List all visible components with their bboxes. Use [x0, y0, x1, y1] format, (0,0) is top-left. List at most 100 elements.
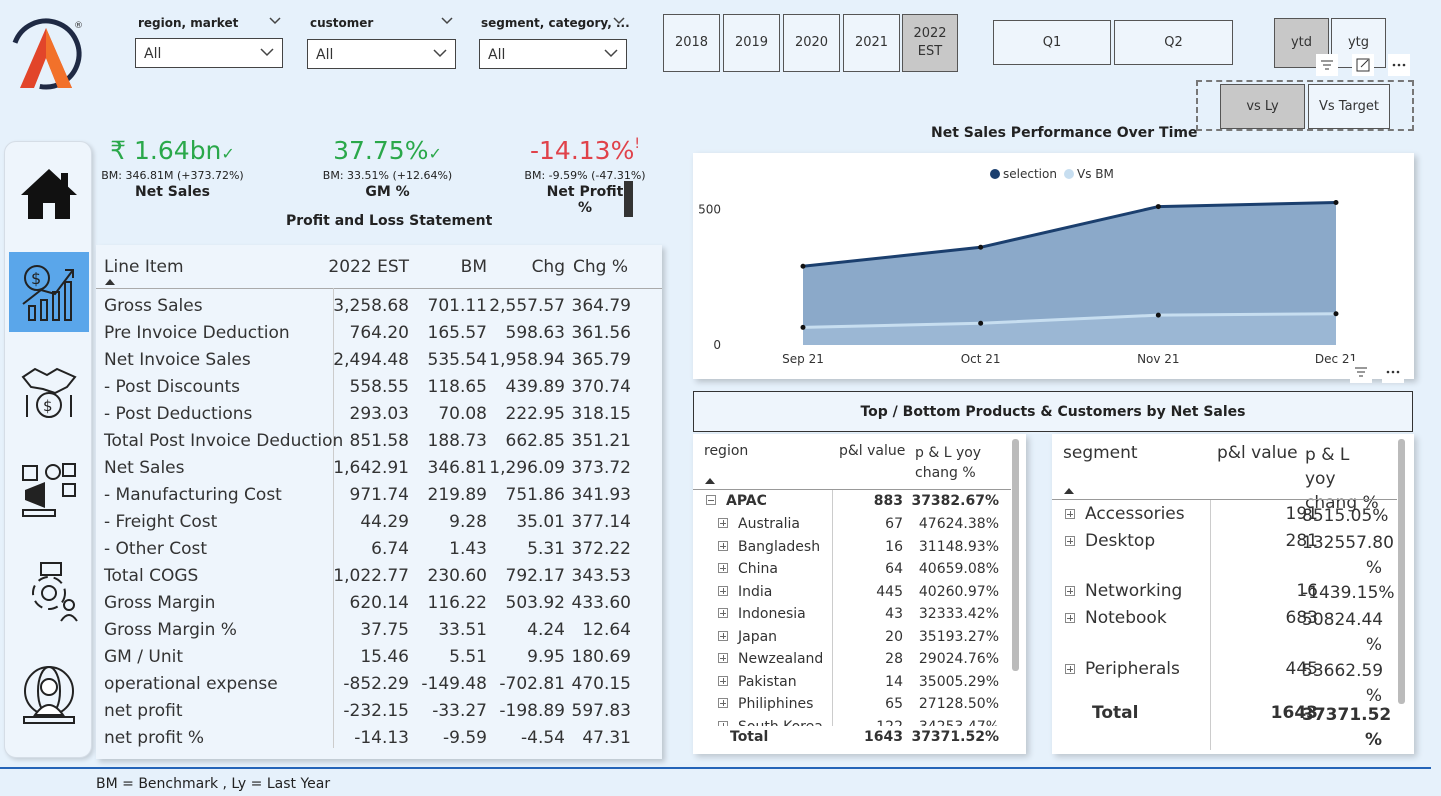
region-header[interactable]: region	[704, 443, 748, 459]
pl-row[interactable]: Pre Invoice Deduction 764.20 165.57 598.63 3…	[96, 320, 662, 347]
pl-header-bm[interactable]: BM	[461, 257, 487, 277]
pl-row[interactable]: - Post Discounts 558.55 118.65 439.89 370.74	[96, 374, 662, 401]
pl-row[interactable]: Gross Margin % 37.75 33.51 4.24 12.64	[96, 617, 662, 644]
pl-cell-chg: 439.89	[505, 377, 565, 397]
year-button-2018[interactable]: 2018	[663, 14, 720, 72]
region-header-yoy[interactable]: p & L yoy chang %	[915, 443, 995, 483]
pl-cell-bm: 5.51	[449, 647, 487, 667]
pl-row[interactable]: - Post Deductions 293.03 70.08 222.95 318.15	[96, 401, 662, 428]
pl-header-2022[interactable]: 2022 EST	[328, 257, 409, 277]
pl-header-line-item[interactable]: Line Item	[104, 257, 184, 277]
filter-icon[interactable]	[1316, 54, 1338, 76]
pl-row[interactable]: Gross Margin 620.14 116.22 503.92 433.60	[96, 590, 662, 617]
slicer-customer-dropdown[interactable]: All	[307, 39, 456, 69]
region-group-apac[interactable]: APAC	[706, 493, 767, 509]
expand-icon[interactable]	[718, 675, 728, 686]
slicer-segment-label: segment, category, ...	[481, 16, 630, 30]
segment-row[interactable]: Peripherals	[1065, 659, 1180, 679]
year-button-2019[interactable]: 2019	[723, 14, 780, 72]
pl-header-chg[interactable]: Chg	[532, 257, 565, 277]
nav-finance[interactable]: $	[9, 252, 89, 332]
pl-row[interactable]: Total COGS 1,022.77 230.60 792.17 343.53	[96, 563, 662, 590]
year-button-2020[interactable]: 2020	[783, 14, 840, 72]
region-row[interactable]: China	[718, 561, 778, 577]
region-row[interactable]: Japan	[718, 629, 777, 645]
quarter-button-q2[interactable]: Q2	[1114, 20, 1233, 65]
region-group-name: APAC	[726, 493, 767, 509]
vs-target-button[interactable]: Vs Target	[1308, 84, 1390, 129]
sort-ascending-icon[interactable]	[104, 278, 116, 286]
segment-header[interactable]: segment	[1063, 443, 1138, 463]
year-button-2021[interactable]: 2021	[843, 14, 900, 72]
nav-executive[interactable]	[9, 654, 89, 734]
kpi-gm-bm: BM: 33.51% (+12.64%)	[322, 169, 453, 182]
pl-row[interactable]: - Freight Cost 44.29 9.28 35.01 377.14	[96, 509, 662, 536]
region-row[interactable]: Bangladesh	[718, 539, 820, 555]
chevron-down-icon[interactable]	[268, 14, 282, 28]
pl-row[interactable]: Gross Sales 3,258.68 701.11 2,557.57 364.79	[96, 293, 662, 320]
data-point	[800, 324, 806, 330]
nav-marketing[interactable]	[9, 450, 89, 530]
slicer-region-dropdown[interactable]: All	[135, 38, 283, 68]
region-scrollbar[interactable]	[1012, 439, 1019, 671]
region-header-value[interactable]: p&l value	[839, 443, 905, 459]
region-row[interactable]: Newzealand	[718, 651, 823, 667]
quarter-button-q1[interactable]: Q1	[993, 20, 1111, 65]
pl-row[interactable]: net profit -232.15 -33.27 -198.89 597.83	[96, 698, 662, 725]
year-button-2022-est[interactable]: 2022 EST	[902, 14, 958, 72]
segment-row[interactable]: Desktop	[1065, 531, 1155, 551]
more-options-icon[interactable]	[1388, 54, 1410, 76]
expand-icon[interactable]	[718, 540, 728, 551]
pl-row[interactable]: operational expense -852.29 -149.48 -702.81…	[96, 671, 662, 698]
collapse-icon[interactable]	[706, 495, 716, 505]
chevron-down-icon[interactable]	[612, 14, 626, 28]
slicer-segment-dropdown[interactable]: All	[479, 39, 627, 69]
expand-icon[interactable]	[718, 653, 728, 663]
pl-row[interactable]: GM / Unit 15.46 5.51 9.95 180.69	[96, 644, 662, 671]
expand-icon[interactable]	[718, 630, 728, 641]
expand-icon[interactable]	[1065, 509, 1075, 519]
sort-ascending-icon[interactable]	[1063, 487, 1075, 495]
pl-cell-chg-pct: 47.31	[582, 728, 631, 748]
expand-icon[interactable]	[1065, 664, 1075, 674]
expand-icon[interactable]	[718, 518, 728, 528]
segment-row[interactable]: Networking	[1065, 581, 1182, 601]
expand-icon[interactable]	[718, 608, 728, 618]
svg-text:$: $	[43, 397, 53, 415]
region-row[interactable]: Philiphines	[718, 696, 813, 712]
region-row[interactable]: Indonesia	[718, 606, 806, 622]
expand-icon[interactable]	[1065, 536, 1075, 546]
pl-cell-chg-pct: 470.15	[571, 674, 631, 694]
region-row[interactable]: Pakistan	[718, 674, 797, 690]
expand-icon[interactable]	[1065, 586, 1075, 596]
pl-row[interactable]: - Other Cost 6.74 1.43 5.31 372.22	[96, 536, 662, 563]
expand-icon[interactable]	[718, 563, 728, 573]
expand-icon[interactable]	[718, 698, 728, 708]
pl-row[interactable]: Net Invoice Sales 2,494.48 535.54 1,958.94 3…	[96, 347, 662, 374]
pl-cell-value-2022: 764.20	[349, 323, 409, 343]
expand-icon[interactable]	[1065, 613, 1075, 623]
segment-scrollbar[interactable]	[1398, 439, 1405, 704]
sort-ascending-icon[interactable]	[704, 477, 716, 485]
vs-ly-button[interactable]: vs Ly	[1220, 84, 1305, 129]
expand-icon[interactable]	[718, 585, 728, 596]
nav-home[interactable]	[9, 154, 89, 234]
pl-row[interactable]: Total Post Invoice Deduction 851.58 188.73…	[96, 428, 662, 455]
segment-header-value[interactable]: p&l value	[1217, 443, 1298, 463]
more-options-icon[interactable]	[1382, 361, 1404, 383]
pl-row[interactable]: net profit % -14.13 -9.59 -4.54 47.31	[96, 725, 662, 752]
pl-row[interactable]: Net Sales 1,642.91 346.81 1,296.09 373.72	[96, 455, 662, 482]
pl-header-chg-pct[interactable]: Chg %	[573, 257, 628, 277]
pl-row[interactable]: - Manufacturing Cost 971.74 219.89 751.86 34…	[96, 482, 662, 509]
segment-row[interactable]: Notebook	[1065, 608, 1167, 628]
region-row[interactable]: Australia	[718, 516, 800, 532]
nav-supply-chain[interactable]	[9, 552, 89, 632]
nav-sales[interactable]: $	[9, 350, 89, 430]
pl-cell-line-item: - Freight Cost	[104, 512, 218, 532]
filter-icon[interactable]	[1350, 361, 1372, 383]
region-row[interactable]: India	[718, 584, 772, 600]
focus-mode-icon[interactable]	[1352, 54, 1374, 76]
chevron-down-icon[interactable]	[440, 14, 454, 28]
chart-title: Net Sales Performance Over Time	[931, 125, 1198, 141]
segment-row[interactable]: Accessories	[1065, 504, 1185, 524]
